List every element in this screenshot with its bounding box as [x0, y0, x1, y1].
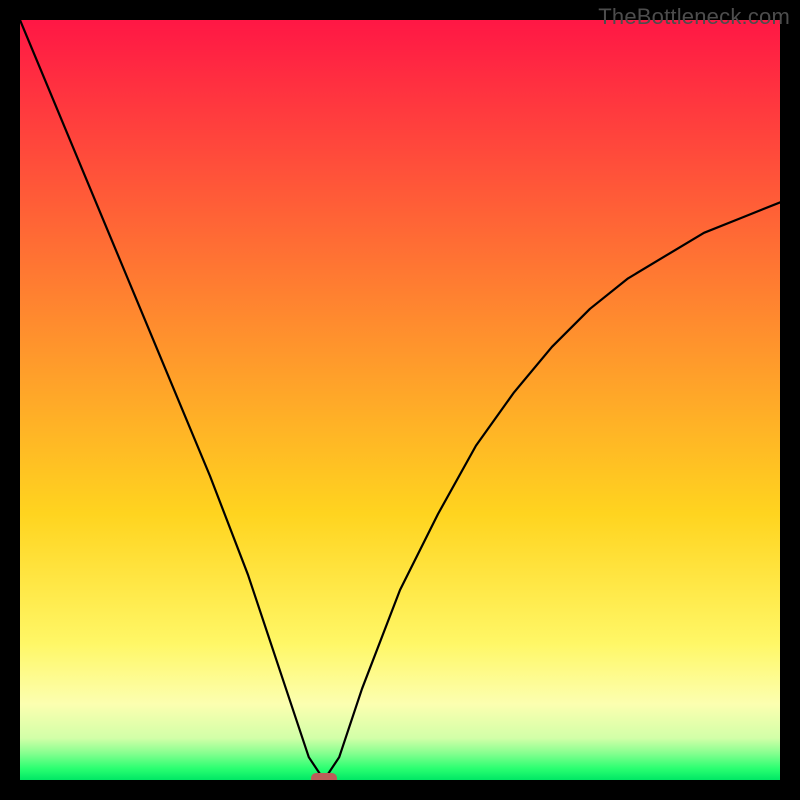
chart-frame: TheBottleneck.com: [0, 0, 800, 800]
optimal-point-marker: [311, 773, 337, 780]
chart-svg: [20, 20, 780, 780]
plot-area: [20, 20, 780, 780]
watermark-text: TheBottleneck.com: [598, 4, 790, 30]
gradient-background: [20, 20, 780, 780]
